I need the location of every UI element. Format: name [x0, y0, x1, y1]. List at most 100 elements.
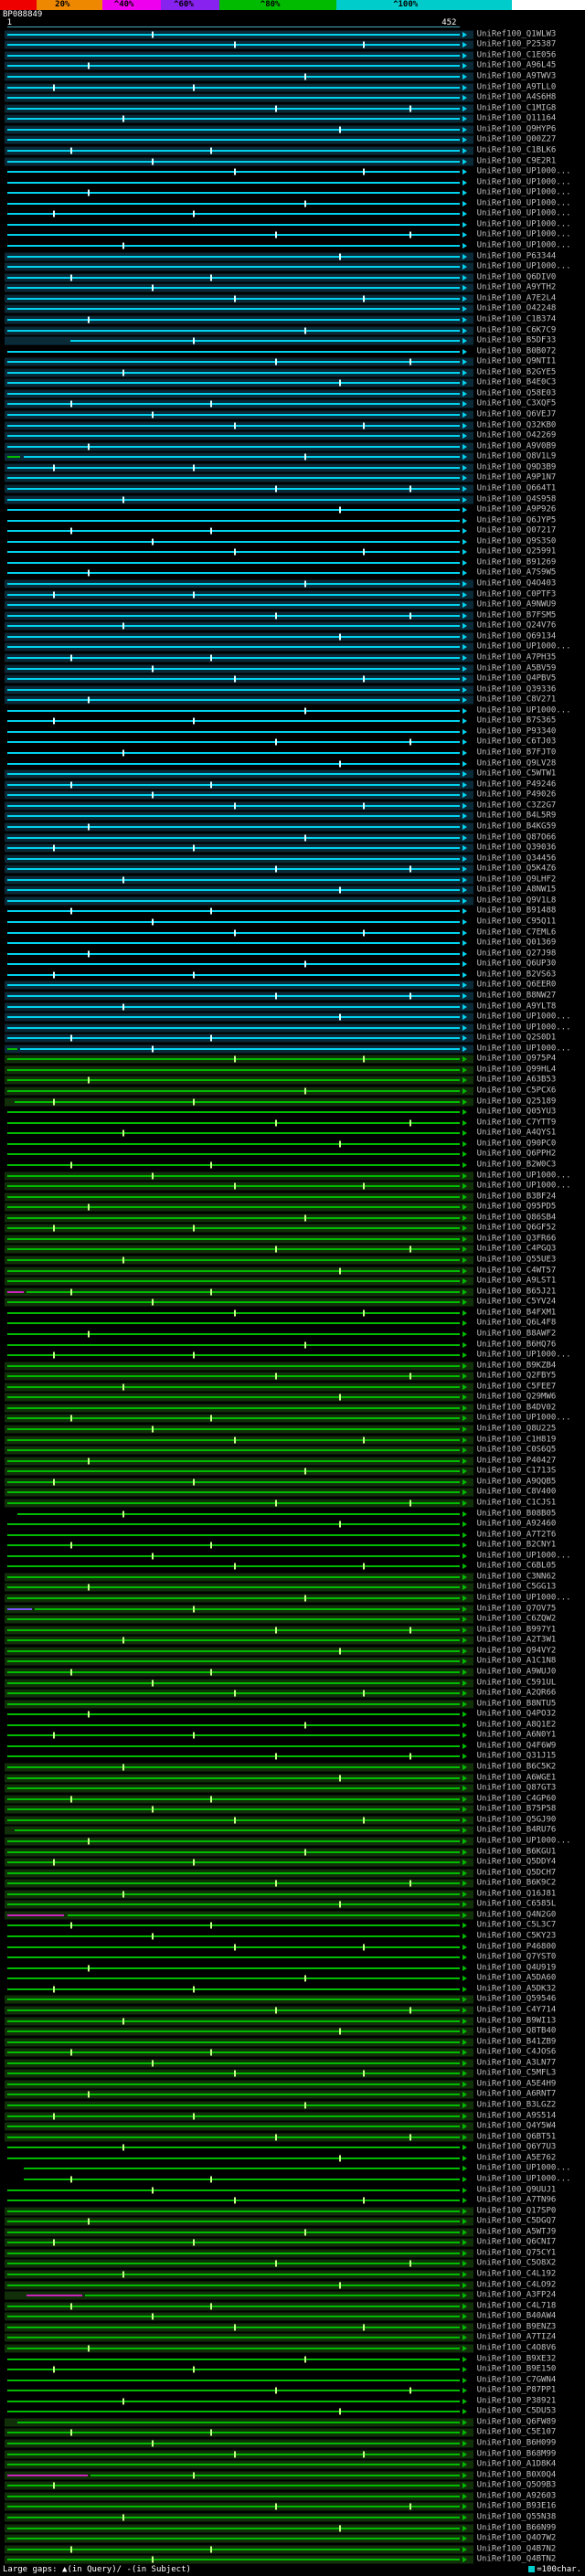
hit-label[interactable]: UniRef100_B2GYE5: [477, 368, 557, 376]
hit-label[interactable]: UniRef100_B7FSM5: [477, 611, 557, 620]
hit-label[interactable]: UniRef100_UP1000...: [477, 1352, 571, 1360]
hit-row[interactable]: UniRef100_A4QYS1: [0, 1129, 585, 1140]
hit-row[interactable]: UniRef100_C7GWN4: [0, 2375, 585, 2386]
hit-row[interactable]: UniRef100_P38921: [0, 2396, 585, 2407]
hit-row[interactable]: UniRef100_UP1000...: [0, 230, 585, 241]
hit-label[interactable]: UniRef100_A9TLL0: [477, 83, 557, 91]
hit-row[interactable]: UniRef100_B4L5R9: [0, 811, 585, 822]
hit-row[interactable]: UniRef100_A1D8K4: [0, 2459, 585, 2470]
hit-row[interactable]: UniRef100_A9TWV3: [0, 71, 585, 82]
hit-row[interactable]: UniRef100_P63344: [0, 251, 585, 262]
hit-row[interactable]: UniRef100_Q9LV28: [0, 758, 585, 769]
hit-label[interactable]: UniRef100_C1B374: [477, 315, 557, 323]
hit-row[interactable]: UniRef100_B6H099: [0, 2438, 585, 2449]
hit-label[interactable]: UniRef100_C5MFL3: [477, 2070, 557, 2078]
hit-row[interactable]: UniRef100_A9WUJ0: [0, 1667, 585, 1678]
hit-label[interactable]: UniRef100_A9V0B9: [477, 442, 557, 451]
hit-row[interactable]: UniRef100_C3XQF5: [0, 399, 585, 410]
hit-row[interactable]: UniRef100_A5E4H9: [0, 2079, 585, 2090]
hit-row[interactable]: UniRef100_A63B53: [0, 1076, 585, 1087]
hit-row[interactable]: UniRef100_Q5O9B3: [0, 2481, 585, 2492]
hit-row[interactable]: UniRef100_C7YTT9: [0, 1118, 585, 1129]
hit-label[interactable]: UniRef100_Q4O7W2: [477, 2535, 557, 2543]
hit-row[interactable]: UniRef100_Q4PO32: [0, 1709, 585, 1720]
hit-label[interactable]: UniRef100_B8NTU5: [477, 1700, 557, 1708]
hit-label[interactable]: UniRef100_P40427: [477, 1457, 557, 1465]
hit-label[interactable]: UniRef100_B0X0Q4: [477, 2471, 557, 2479]
hit-row[interactable]: UniRef100_C4L718: [0, 2301, 585, 2312]
hit-row[interactable]: UniRef100_Q9S3S0: [0, 536, 585, 547]
hit-label[interactable]: UniRef100_C3NN62: [477, 1573, 557, 1581]
hit-row[interactable]: UniRef100_Q4U919: [0, 1963, 585, 1974]
hit-label[interactable]: UniRef100_Q39036: [477, 844, 557, 853]
hit-label[interactable]: UniRef100_B91488: [477, 907, 557, 916]
hit-label[interactable]: UniRef100_UP1000...: [477, 1182, 571, 1191]
hit-label[interactable]: UniRef100_B2W0C3: [477, 1161, 557, 1169]
hit-label[interactable]: UniRef100_B4FXM1: [477, 1309, 557, 1317]
hit-label[interactable]: UniRef100_UP1000...: [477, 210, 571, 218]
hit-label[interactable]: UniRef100_Q5O9B3: [477, 2482, 557, 2490]
hit-label[interactable]: UniRef100_B9KZB4: [477, 1362, 557, 1370]
hit-row[interactable]: UniRef100_A9S514: [0, 2111, 585, 2122]
hit-row[interactable]: UniRef100_Q6BT51: [0, 2132, 585, 2143]
hit-label[interactable]: UniRef100_Q6CNI7: [477, 2239, 557, 2247]
hit-row[interactable]: UniRef100_Q4PBV5: [0, 673, 585, 684]
hit-label[interactable]: UniRef100_B40AW4: [477, 2313, 557, 2321]
hit-label[interactable]: UniRef100_Q86SB4: [477, 1214, 557, 1222]
hit-row[interactable]: UniRef100_Q39336: [0, 684, 585, 695]
hit-label[interactable]: UniRef100_A92603: [477, 2492, 557, 2500]
hit-label[interactable]: UniRef100_C1713S: [477, 1468, 557, 1476]
hit-row[interactable]: UniRef100_B40AW4: [0, 2312, 585, 2323]
hit-row[interactable]: UniRef100_UP1000...: [0, 705, 585, 716]
hit-label[interactable]: UniRef100_A9P926: [477, 506, 557, 514]
hit-row[interactable]: UniRef100_Q1WLW3: [0, 29, 585, 40]
hit-label[interactable]: UniRef100_A7TIZ4: [477, 2334, 557, 2342]
hit-row[interactable]: UniRef100_Q4O7W2: [0, 2533, 585, 2544]
hit-row[interactable]: UniRef100_C1MIG8: [0, 103, 585, 114]
hit-label[interactable]: UniRef100_UP1000...: [477, 1044, 571, 1053]
hit-label[interactable]: UniRef100_Q6BT51: [477, 2133, 557, 2141]
hit-label[interactable]: UniRef100_C4Y714: [477, 2006, 557, 2014]
hit-row[interactable]: UniRef100_C5DGQ7: [0, 2216, 585, 2227]
hit-row[interactable]: UniRef100_Q16J81: [0, 1889, 585, 1900]
hit-row[interactable]: UniRef100_Q6VEJ7: [0, 409, 585, 420]
hit-label[interactable]: UniRef100_UP1000...: [477, 643, 571, 652]
hit-label[interactable]: UniRef100_C7YTT9: [477, 1118, 557, 1127]
hit-label[interactable]: UniRef100_UP1000...: [477, 1013, 571, 1022]
hit-label[interactable]: UniRef100_UP1000...: [477, 220, 571, 228]
hit-row[interactable]: UniRef100_P46800: [0, 1942, 585, 1953]
hit-label[interactable]: UniRef100_UP1000...: [477, 2175, 571, 2183]
hit-row[interactable]: UniRef100_B9KZB4: [0, 1361, 585, 1372]
hit-row[interactable]: UniRef100_A9TLL0: [0, 82, 585, 93]
hit-row[interactable]: UniRef100_UP1000...: [0, 166, 585, 177]
hit-label[interactable]: UniRef100_Q4PBV5: [477, 675, 557, 684]
hit-label[interactable]: UniRef100_B4KG59: [477, 822, 557, 831]
hit-row[interactable]: UniRef100_C6K7C9: [0, 325, 585, 336]
hit-label[interactable]: UniRef100_B6C5K2: [477, 1764, 557, 1772]
hit-label[interactable]: UniRef100_Q55UE3: [477, 1256, 557, 1265]
hit-row[interactable]: UniRef100_UP1000...: [0, 2174, 585, 2185]
hit-row[interactable]: UniRef100_Q01369: [0, 938, 585, 949]
hit-label[interactable]: UniRef100_Q4S958: [477, 495, 557, 504]
hit-row[interactable]: UniRef100_Q6GF52: [0, 1224, 585, 1235]
hit-label[interactable]: UniRef100_Q9V1L8: [477, 896, 557, 905]
hit-label[interactable]: UniRef100_Q2FBY5: [477, 1373, 557, 1381]
hit-row[interactable]: UniRef100_A5BV59: [0, 663, 585, 674]
hit-label[interactable]: UniRef100_A9LST1: [477, 1277, 557, 1286]
hit-label[interactable]: UniRef100_Q9LV28: [477, 759, 557, 768]
hit-label[interactable]: UniRef100_Q6PPH2: [477, 1150, 557, 1159]
hit-label[interactable]: UniRef100_Q87GT3: [477, 1785, 557, 1793]
hit-row[interactable]: UniRef100_UP1000...: [0, 240, 585, 251]
hit-row[interactable]: UniRef100_A92603: [0, 2491, 585, 2502]
hit-row[interactable]: UniRef100_Q2FBY5: [0, 1371, 585, 1382]
hit-label[interactable]: UniRef100_Q95PD5: [477, 1203, 557, 1212]
hit-label[interactable]: UniRef100_B7FJT0: [477, 749, 557, 758]
hit-row[interactable]: UniRef100_B93E16: [0, 2502, 585, 2513]
hit-label[interactable]: UniRef100_UP1000...: [477, 263, 571, 271]
hit-row[interactable]: UniRef100_B6HQ76: [0, 1340, 585, 1351]
hit-row[interactable]: UniRef100_Q5DDY4: [0, 1857, 585, 1868]
hit-label[interactable]: UniRef100_Q11164: [477, 115, 557, 123]
hit-label[interactable]: UniRef100_Q6Y7U3: [477, 2144, 557, 2152]
hit-label[interactable]: UniRef100_Q7OV75: [477, 1605, 557, 1613]
hit-label[interactable]: UniRef100_P63344: [477, 252, 557, 260]
